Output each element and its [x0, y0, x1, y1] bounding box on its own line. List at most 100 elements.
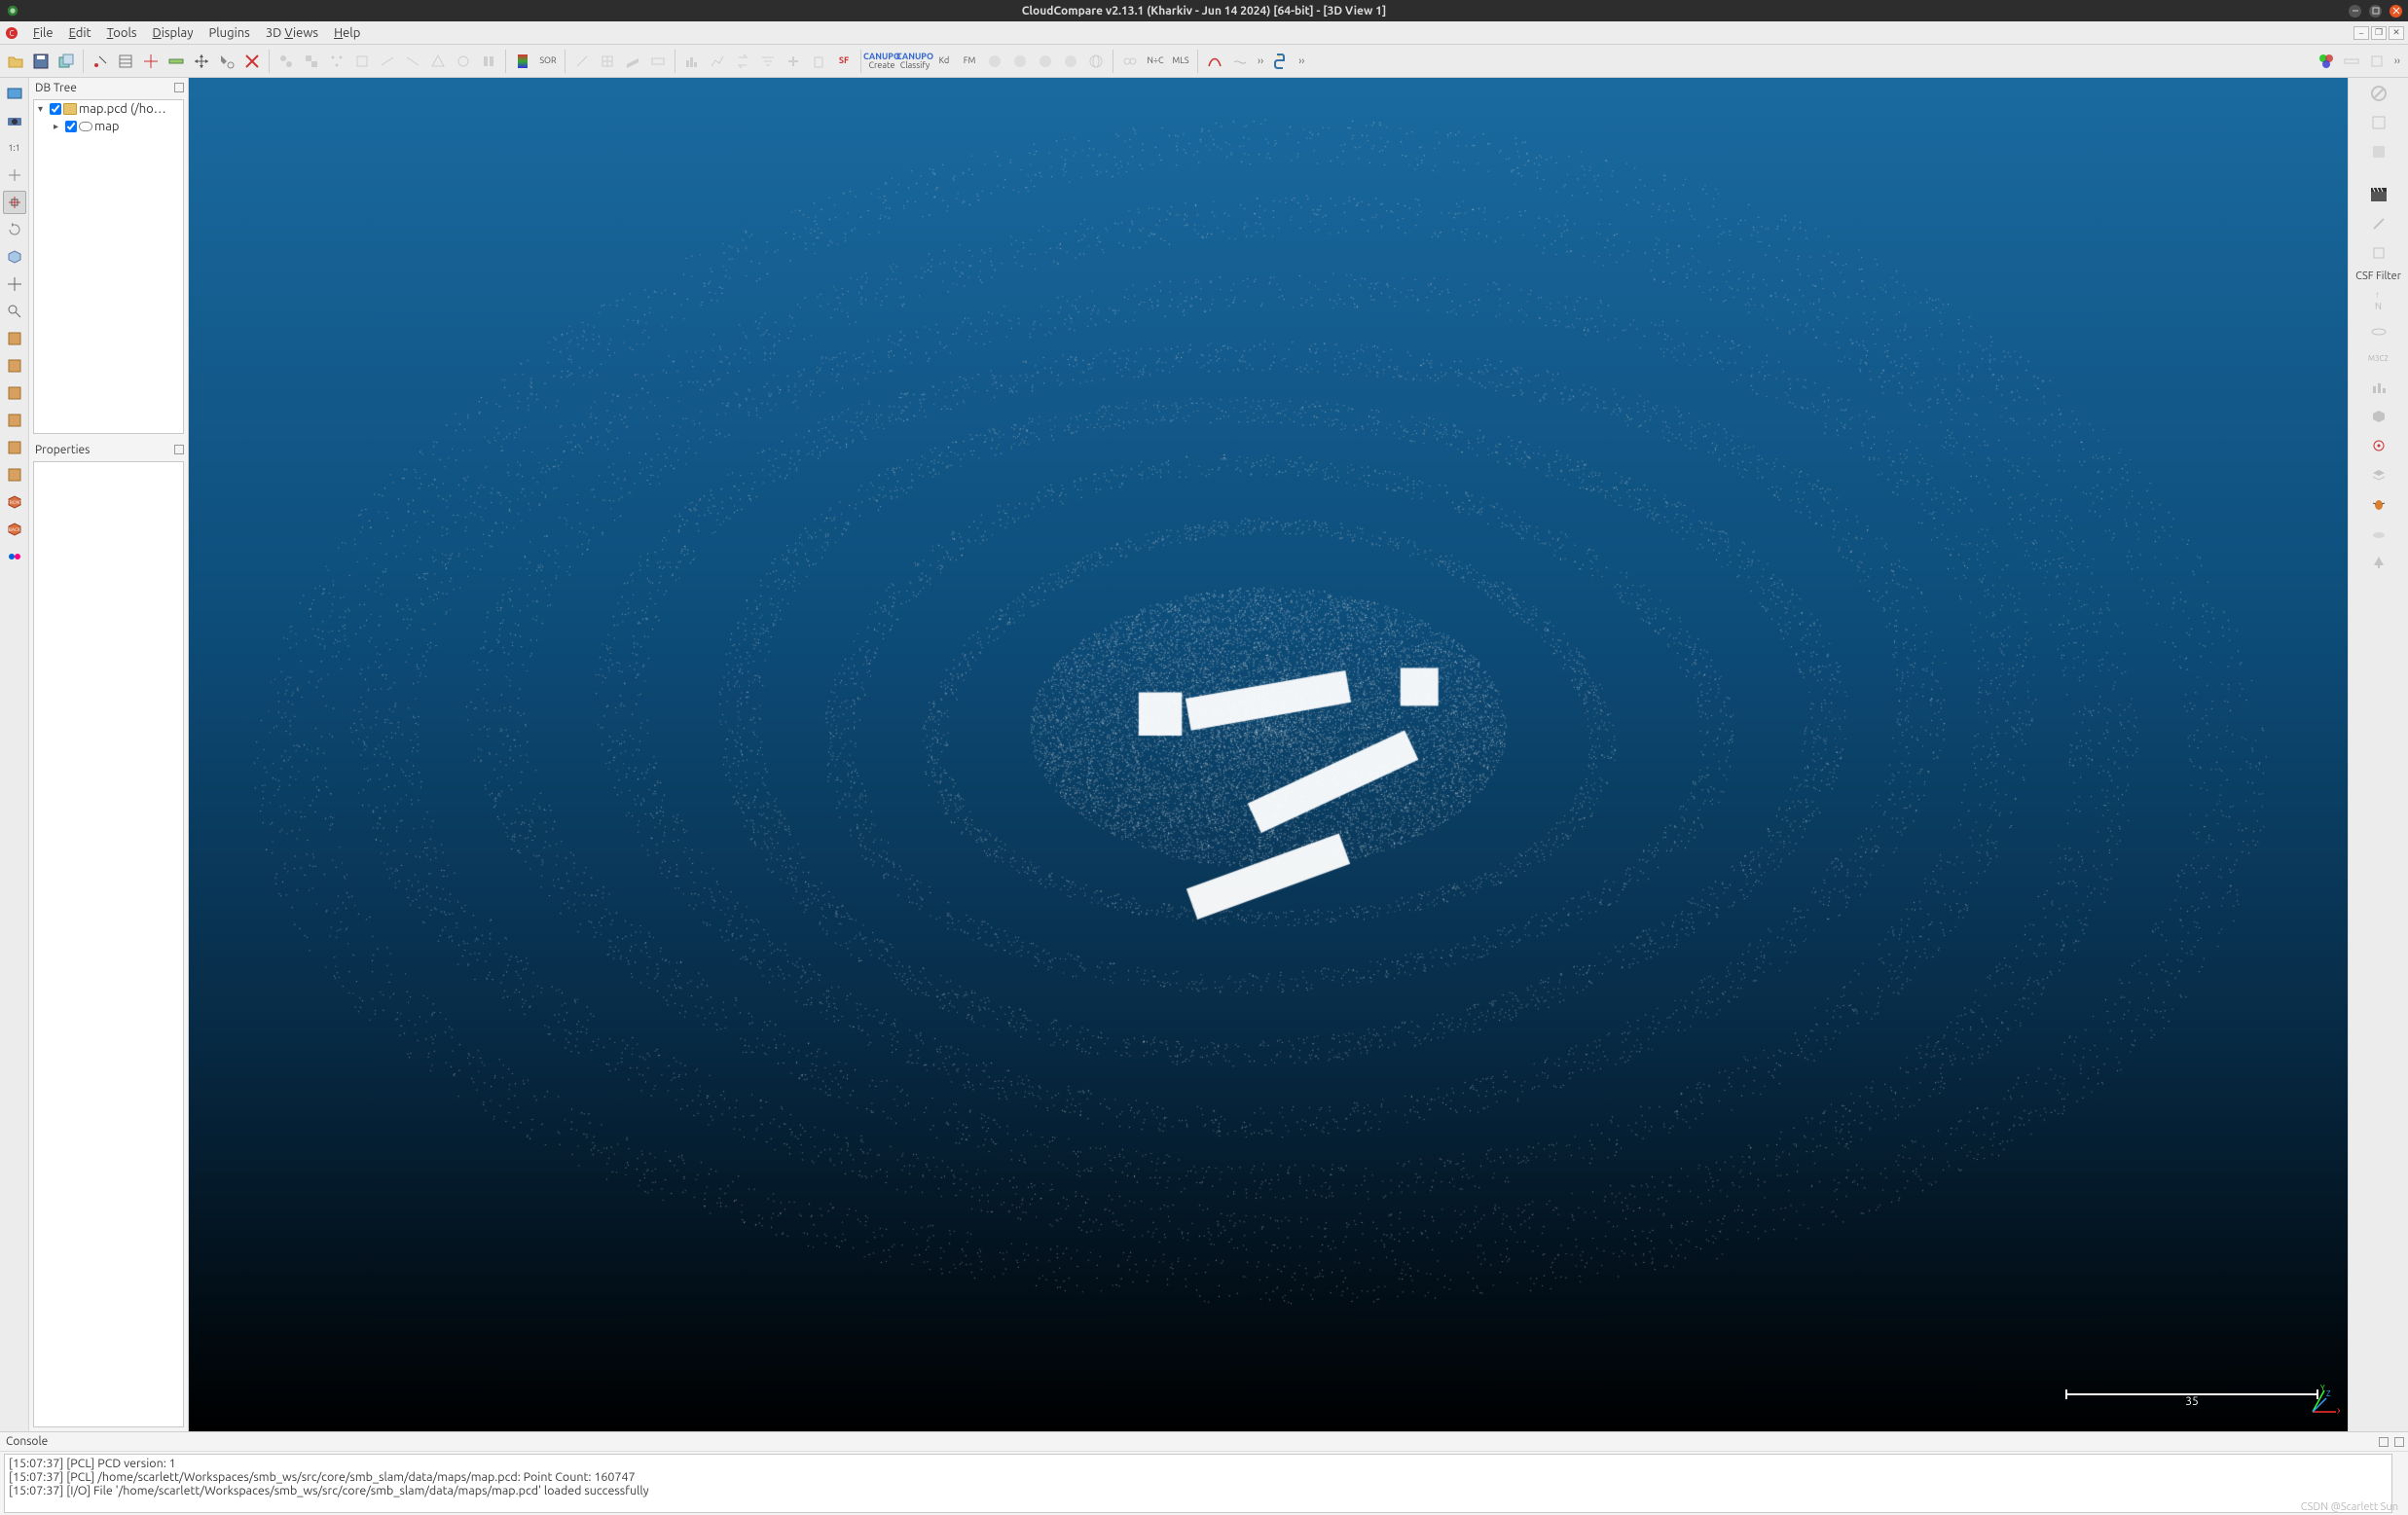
segment-button[interactable] [215, 50, 238, 73]
menu-tools[interactable]: Tools [99, 24, 145, 42]
expand-icon[interactable]: ▸ [54, 121, 63, 132]
curve-button[interactable] [1203, 50, 1226, 73]
subsample-button[interactable] [325, 50, 348, 73]
hexagon-icon[interactable] [2367, 405, 2390, 428]
cloud2-icon[interactable] [2367, 522, 2390, 545]
level-button[interactable] [164, 50, 188, 73]
chain-button[interactable] [1118, 50, 1142, 73]
align-button[interactable] [477, 50, 500, 73]
fm-button[interactable]: FM [958, 50, 981, 73]
3d-viewport[interactable]: 35 X Y Z [189, 78, 2348, 1431]
view-top-button[interactable] [3, 327, 26, 350]
toolbar-overflow-1[interactable]: ›› [1254, 55, 1267, 67]
filter-button[interactable] [756, 50, 780, 73]
window-minimize-button[interactable] [2349, 5, 2361, 18]
mdi-close-button[interactable]: ✕ [2389, 26, 2404, 40]
fullscreen-button[interactable] [3, 82, 26, 105]
m3c2-icon[interactable]: M3C2 [2367, 346, 2390, 370]
tree-child-checkbox[interactable] [65, 121, 77, 132]
primitive-button[interactable] [426, 50, 450, 73]
view-bottom-button[interactable] [3, 463, 26, 487]
menu-help[interactable]: Help [326, 24, 368, 42]
tree-row-child[interactable]: ▸ map [34, 118, 183, 135]
color-scale-button[interactable] [511, 50, 534, 73]
view-iso1-button[interactable]: FRONT [3, 490, 26, 514]
camera-button[interactable] [3, 109, 26, 132]
remove-button[interactable] [807, 50, 830, 73]
console-undock-icon[interactable] [2379, 1437, 2389, 1447]
save-button[interactable] [29, 50, 53, 73]
menu-display[interactable]: Display [145, 24, 201, 42]
view-left-button[interactable] [3, 381, 26, 405]
plugin-grid2-icon[interactable] [2367, 140, 2390, 163]
octree-button[interactable] [596, 50, 619, 73]
rotate-button[interactable] [3, 218, 26, 241]
delete-button[interactable] [240, 50, 264, 73]
menu-3dviews[interactable]: 3D Views [258, 24, 326, 42]
ratio-button[interactable]: 1:1 [3, 136, 26, 160]
console-close-icon[interactable] [2394, 1437, 2404, 1447]
console-output[interactable]: [15:07:37] [PCL] PCD version: 1 [15:07:3… [4, 1454, 2392, 1513]
menu-plugins[interactable]: Plugins [201, 24, 258, 42]
tree-row-root[interactable]: ▾ map.pcd (/ho… [34, 100, 183, 118]
toolbar-overflow-3[interactable]: ›› [2390, 55, 2404, 67]
cube-icon[interactable] [2367, 241, 2390, 265]
view-front-button[interactable] [3, 354, 26, 378]
csf-filter-label[interactable]: CSF Filter [2355, 271, 2401, 282]
iso-button[interactable] [3, 245, 26, 269]
mls-button[interactable]: MLS [1169, 50, 1192, 73]
kd-button[interactable]: Kd [932, 50, 956, 73]
zoom-button[interactable] [3, 300, 26, 323]
clone-button[interactable] [55, 50, 78, 73]
register-button[interactable] [452, 50, 475, 73]
menu-edit[interactable]: Edit [61, 24, 99, 42]
stats-button[interactable] [706, 50, 729, 73]
crosssection-button[interactable] [646, 50, 670, 73]
hat-icon[interactable] [2367, 317, 2390, 341]
distances-button[interactable] [376, 50, 399, 73]
box-button[interactable] [2365, 50, 2389, 73]
window-maximize-button[interactable] [2369, 5, 2382, 18]
component-button[interactable] [274, 50, 298, 73]
plugin-disable-icon[interactable] [2367, 82, 2390, 105]
open-button[interactable] [4, 50, 27, 73]
plugin-grid-icon[interactable] [2367, 111, 2390, 134]
db-tree[interactable]: ▾ map.pcd (/ho… ▸ map [33, 99, 184, 434]
pick-rotation-center-button[interactable] [3, 163, 26, 187]
target-red-icon[interactable] [2367, 434, 2390, 457]
menu-file[interactable]: File [25, 24, 61, 42]
tree-root-checkbox[interactable] [50, 103, 61, 115]
canupo-create-button[interactable]: CANUPOCreate [866, 50, 897, 73]
sphere1-button[interactable] [983, 50, 1006, 73]
distances2-button[interactable] [401, 50, 424, 73]
sf-button[interactable]: SF [832, 50, 856, 73]
expand-icon[interactable]: ▾ [38, 103, 48, 115]
histogram-button[interactable] [680, 50, 704, 73]
sample-button[interactable] [350, 50, 374, 73]
add-button[interactable] [782, 50, 805, 73]
sor-button[interactable]: SOR [536, 50, 560, 73]
view-iso2-button[interactable]: BACK [3, 518, 26, 541]
mdi-restore-button[interactable]: ❐ [2371, 26, 2387, 40]
tree-icon[interactable] [2367, 551, 2390, 574]
flickr-button[interactable] [3, 545, 26, 568]
point-picking-button[interactable] [89, 50, 112, 73]
view-right-button[interactable] [3, 436, 26, 459]
color-button[interactable] [2315, 50, 2338, 73]
sphere2-button[interactable] [1008, 50, 1032, 73]
globe-button[interactable] [1084, 50, 1108, 73]
broom-icon[interactable] [2367, 212, 2390, 235]
sphere4-button[interactable] [1059, 50, 1082, 73]
convert-button[interactable] [731, 50, 754, 73]
merge-button[interactable] [300, 50, 323, 73]
point-list-button[interactable] [114, 50, 137, 73]
move-button[interactable] [3, 272, 26, 296]
surface-button[interactable] [1228, 50, 1252, 73]
ruler-button[interactable] [2340, 50, 2363, 73]
window-close-button[interactable] [2390, 5, 2402, 18]
view-back-button[interactable] [3, 409, 26, 432]
python-button[interactable] [1269, 50, 1293, 73]
nc-button[interactable]: N÷C [1144, 50, 1167, 73]
dbtree-dock-icon[interactable] [174, 83, 184, 92]
n-arrow-icon[interactable]: ↑N [2367, 288, 2390, 311]
